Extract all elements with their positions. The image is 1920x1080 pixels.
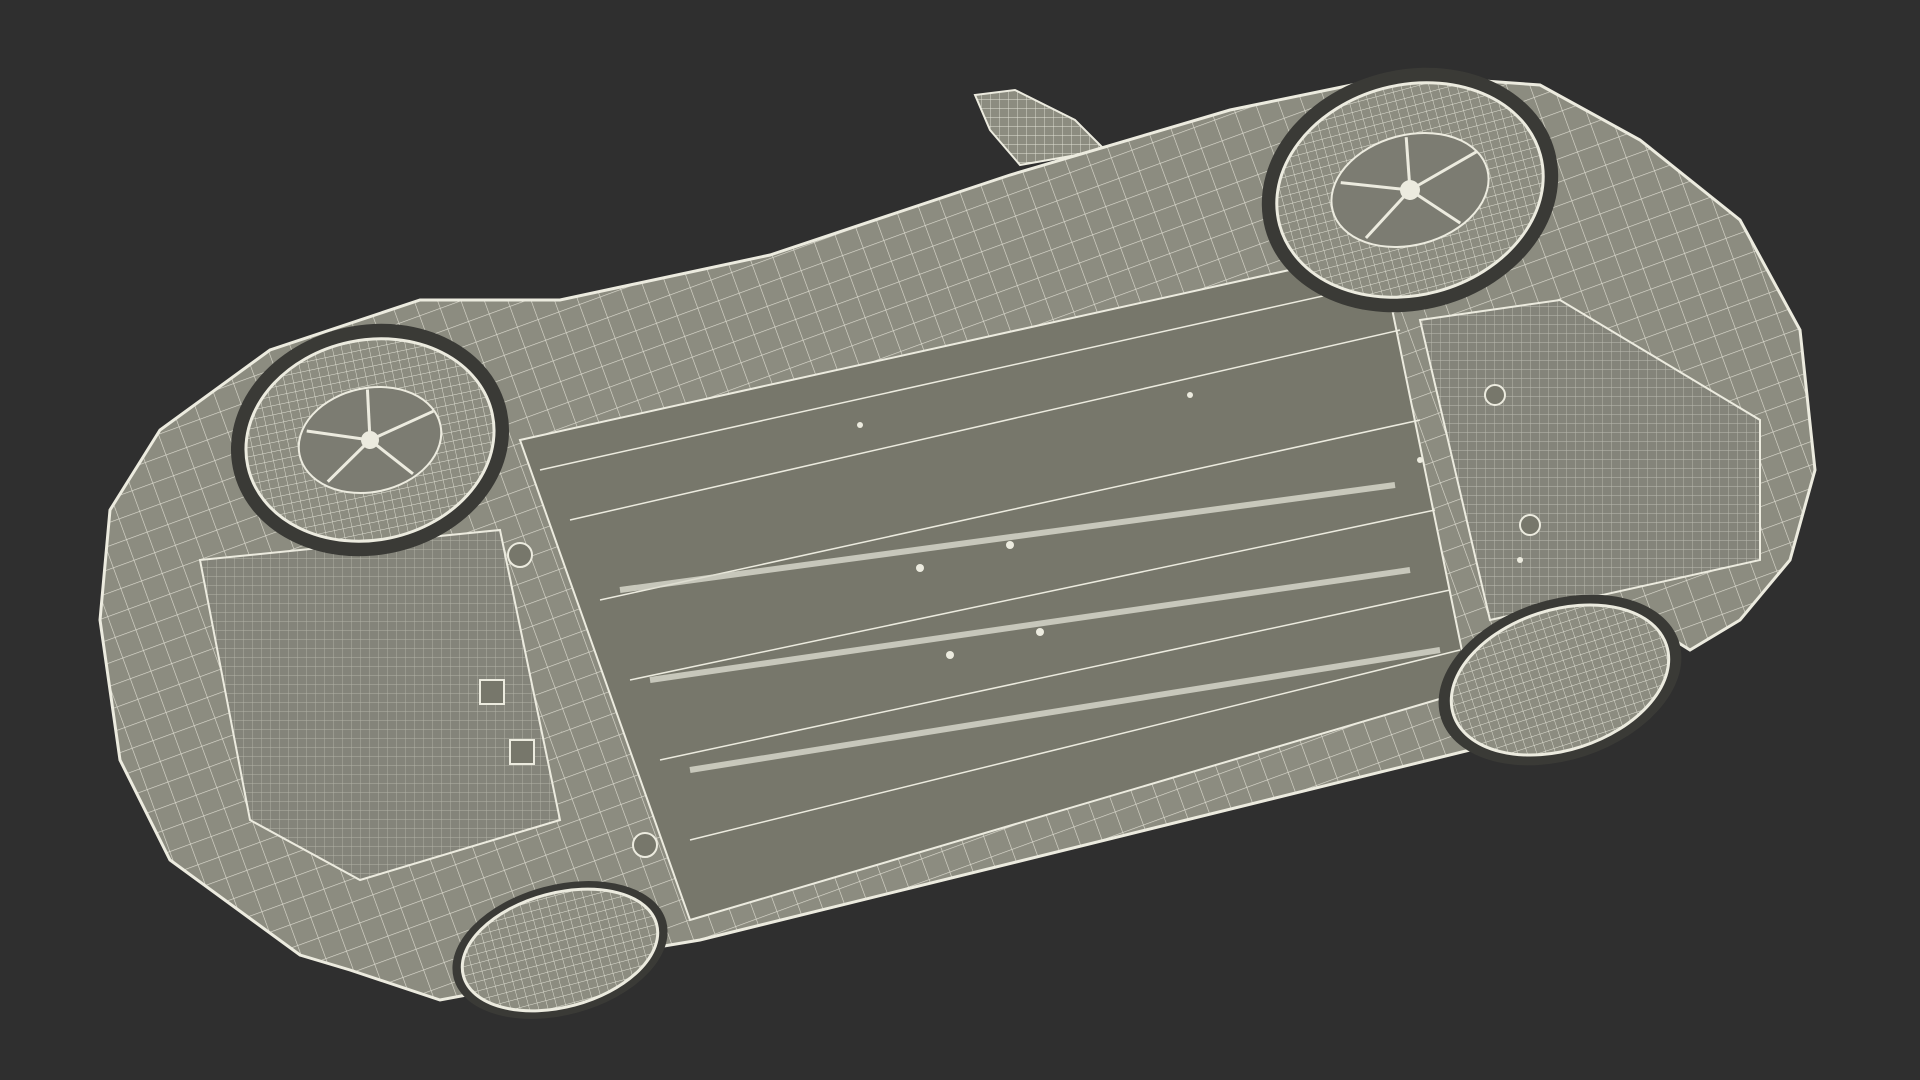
car-underside-wireframe	[98, 67, 1817, 1019]
render-viewport	[0, 0, 1920, 1080]
